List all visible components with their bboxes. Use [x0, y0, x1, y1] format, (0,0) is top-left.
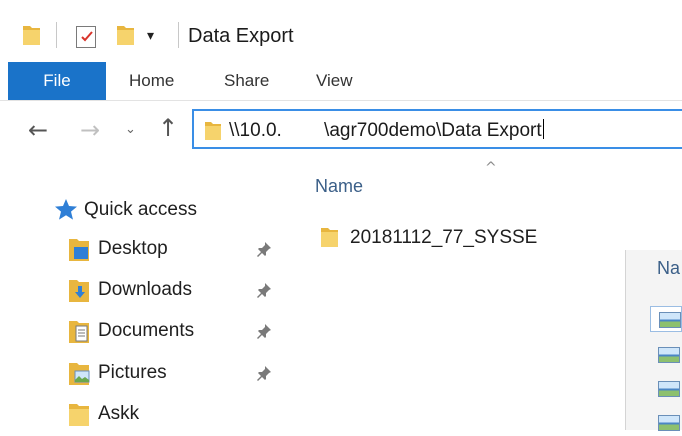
list-item: [650, 376, 682, 402]
sidebar-item-askk[interactable]: Askk: [0, 395, 290, 435]
title-bar: [0, 0, 682, 62]
sidebar-item-label: Documents: [98, 320, 195, 341]
sidebar-item-label: Pictures: [98, 362, 167, 383]
sidebar-item-label: Downloads: [98, 279, 192, 300]
pictures-folder-icon: [68, 360, 92, 390]
sidebar-item-downloads[interactable]: Downloads: [0, 271, 290, 311]
properties-icon[interactable]: [76, 26, 96, 48]
tab-share[interactable]: Share: [224, 71, 269, 91]
window-title: Data Export: [188, 25, 294, 47]
sort-ascending-icon: ^: [485, 160, 497, 176]
list-item[interactable]: 20181112_77_SYSSE: [350, 227, 537, 249]
address-bar[interactable]: \\10.0. \agr700demo\Data Export: [192, 109, 682, 149]
folder-icon: [320, 225, 340, 253]
tab-file[interactable]: File: [8, 62, 106, 100]
new-folder-icon[interactable]: [116, 23, 136, 51]
back-button[interactable]: ←: [28, 116, 48, 144]
image-file-icon: [658, 347, 680, 363]
text-caret: [542, 119, 544, 139]
image-file-icon: [659, 312, 681, 328]
sidebar-quick-access[interactable]: Quick access: [84, 199, 197, 221]
image-file-icon: [658, 415, 680, 431]
toolbar-separator: [56, 22, 57, 48]
list-item: [650, 342, 682, 368]
sidebar-item-documents[interactable]: Documents: [0, 312, 290, 352]
address-folder-icon: [204, 119, 222, 145]
column-header-name[interactable]: Name: [315, 176, 363, 197]
pin-icon[interactable]: [255, 364, 273, 386]
forward-button[interactable]: →: [80, 116, 100, 144]
customize-toolbar-dropdown[interactable]: ▾: [147, 28, 154, 44]
tab-view[interactable]: View: [316, 71, 353, 91]
pin-icon[interactable]: [255, 240, 273, 262]
image-file-icon: [658, 381, 680, 397]
sidebar-item-label: Askk: [98, 403, 140, 424]
folder-icon[interactable]: [22, 23, 42, 51]
sidebar-item-desktop[interactable]: Desktop: [0, 230, 290, 270]
pin-icon[interactable]: [255, 322, 273, 344]
desktop-folder-icon: [68, 236, 92, 266]
list-item: [650, 306, 682, 332]
sidebar-item-pictures[interactable]: Pictures: [0, 354, 290, 394]
recent-locations-dropdown[interactable]: ⌄: [125, 122, 136, 137]
tab-home[interactable]: Home: [129, 71, 174, 91]
downloads-folder-icon: [68, 277, 92, 307]
sidebar-item-label: Desktop: [98, 238, 168, 259]
quick-access-star-icon: [54, 198, 78, 224]
title-separator: [178, 22, 179, 48]
documents-folder-icon: [68, 318, 92, 348]
list-item: [650, 410, 682, 436]
background-column-header: Na: [657, 258, 681, 278]
ribbon-divider: [0, 100, 682, 101]
folder-icon: [68, 401, 92, 431]
address-input[interactable]: \\10.0. \agr700demo\Data Export: [229, 119, 544, 142]
up-button[interactable]: ↑: [158, 114, 178, 142]
address-path: \\10.0. \agr700demo\Data Export: [229, 120, 542, 141]
pin-icon[interactable]: [255, 281, 273, 303]
